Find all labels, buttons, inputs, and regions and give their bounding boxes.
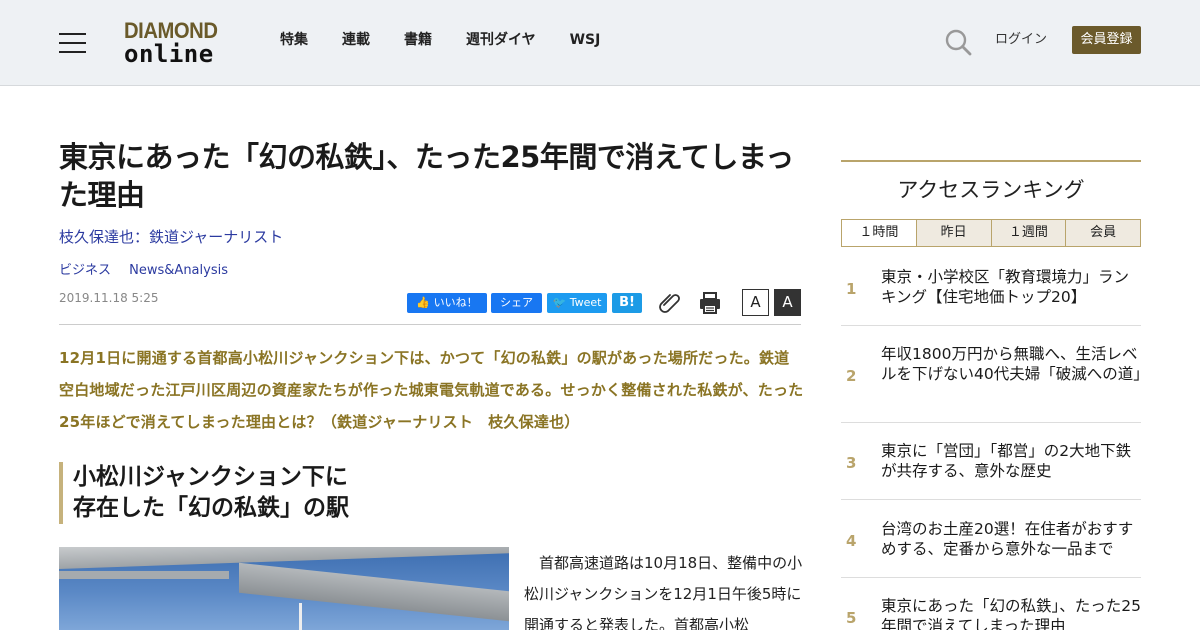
header-divider xyxy=(59,324,801,325)
rank-title[interactable]: 年収1800万円から無職へ、生活レベルを下げない40代夫婦「破滅への道」 xyxy=(881,344,1149,384)
nav-item-wsj[interactable]: WSJ xyxy=(570,30,601,50)
tab-members[interactable]: 会員 xyxy=(1065,220,1140,246)
rank-title[interactable]: 台湾のお土産20選！在住者がおすすめする、定番から意外な一品まで xyxy=(881,519,1141,559)
nav-item-books[interactable]: 書籍 xyxy=(404,30,432,50)
search-icon[interactable] xyxy=(944,28,972,56)
article-body: 首都高速道路は10月18日、整備中の小松川ジャンクションを12月1日午後5時に開… xyxy=(524,554,803,630)
article-tags: ビジネス News&Analysis xyxy=(59,262,242,280)
overpass-beam xyxy=(59,571,229,579)
nav-item-weekly-diamond[interactable]: 週刊ダイヤ xyxy=(466,30,536,50)
article-author[interactable]: 枝久保達也：鉄道ジャーナリスト xyxy=(59,227,283,247)
article-date: 2019.11.18 5:25 xyxy=(59,291,159,305)
tab-1-week[interactable]: １週間 xyxy=(990,220,1066,246)
font-size-large-button[interactable]: A xyxy=(774,289,801,316)
subheading-line-1: 小松川ジャンクション下に xyxy=(73,464,348,490)
ranking-tabs: １時間 昨日 １週間 会員 xyxy=(841,219,1141,247)
article-title: 東京にあった「幻の私鉄」、たった25年間で消えてしまった理由 xyxy=(59,140,794,212)
rank-number: 2 xyxy=(846,367,857,385)
logo-bottom-text: online xyxy=(124,40,214,68)
ranking-list: 1 東京・小学校区「教育環境力」ランキング【住宅地価トップ20】 2 年収1800万円… xyxy=(841,248,1149,630)
menu-icon[interactable] xyxy=(59,33,86,53)
ranking-item[interactable]: 1 東京・小学校区「教育環境力」ランキング【住宅地価トップ20】 xyxy=(841,248,1141,326)
article-photo xyxy=(59,547,509,630)
overpass-deck xyxy=(59,547,509,569)
tag-news-analysis[interactable]: News&Analysis xyxy=(129,263,228,278)
facebook-like-button[interactable]: 👍 いいね！ xyxy=(407,293,487,313)
rank-title[interactable]: 東京・小学校区「教育環境力」ランキング【住宅地価トップ20】 xyxy=(881,267,1141,307)
site-header: DIAMOND online 特集 連載 書籍 週刊ダイヤ WSJ ログイン 会… xyxy=(0,0,1200,86)
clip-icon[interactable] xyxy=(658,291,682,313)
main-nav: 特集 連載 書籍 週刊ダイヤ WSJ xyxy=(280,30,634,50)
thumbs-up-icon: 👍 xyxy=(416,296,431,309)
hatena-bookmark-button[interactable]: B! xyxy=(612,293,642,313)
article-lead: 12月1日に開通する首都高小松川ジャンクション下は、かつて「幻の私鉄」の駅があっ… xyxy=(59,349,804,431)
article-subheading: 小松川ジャンクション下に 存在した「幻の私鉄」の駅 xyxy=(59,462,399,524)
rank-number: 5 xyxy=(846,609,857,628)
print-icon[interactable] xyxy=(698,291,722,315)
tag-business[interactable]: ビジネス xyxy=(59,263,111,278)
rank-title[interactable]: 東京にあった「幻の私鉄」、たった25年間で消えてしまった理由 xyxy=(881,596,1141,630)
light-pole xyxy=(299,603,302,630)
ranking-item[interactable]: 3 東京に「営団」「都営」の2大地下鉄が共存する、意外な歴史 xyxy=(841,423,1141,500)
font-size-small-button[interactable]: A xyxy=(742,289,769,316)
logo-top-text: DIAMOND xyxy=(124,18,218,43)
tweet-button[interactable]: 🐦 Tweet xyxy=(547,293,607,313)
subheading-line-2: 存在した「幻の私鉄」の駅 xyxy=(73,495,349,521)
ranking-item[interactable]: 2 年収1800万円から無職へ、生活レベルを下げない40代夫婦「破滅への道」 xyxy=(841,326,1149,423)
like-label: いいね！ xyxy=(433,296,478,309)
register-button[interactable]: 会員登録 xyxy=(1072,26,1141,54)
tab-yesterday[interactable]: 昨日 xyxy=(915,220,991,246)
tweet-label: Tweet xyxy=(569,296,602,309)
ranking-item[interactable]: 4 台湾のお土産20選！在住者がおすすめする、定番から意外な一品まで xyxy=(841,500,1141,578)
facebook-share-button[interactable]: シェア xyxy=(491,293,542,313)
nav-item-series[interactable]: 連載 xyxy=(342,30,370,50)
overpass-deck-lower xyxy=(239,562,509,622)
site-logo[interactable]: DIAMOND online xyxy=(124,18,228,68)
rank-number: 3 xyxy=(846,454,857,473)
rank-number: 1 xyxy=(846,279,857,298)
sidebar-rule xyxy=(841,160,1141,162)
ranking-item[interactable]: 5 東京にあった「幻の私鉄」、たった25年間で消えてしまった理由 xyxy=(841,578,1141,630)
login-link[interactable]: ログイン xyxy=(995,31,1047,49)
rank-title[interactable]: 東京に「営団」「都営」の2大地下鉄が共存する、意外な歴史 xyxy=(881,441,1141,481)
twitter-bird-icon: 🐦 xyxy=(552,296,567,309)
rank-number: 4 xyxy=(846,531,857,550)
tab-1-hour[interactable]: １時間 xyxy=(842,220,916,246)
nav-item-feature[interactable]: 特集 xyxy=(280,30,308,50)
ranking-title: アクセスランキング xyxy=(897,178,1085,202)
